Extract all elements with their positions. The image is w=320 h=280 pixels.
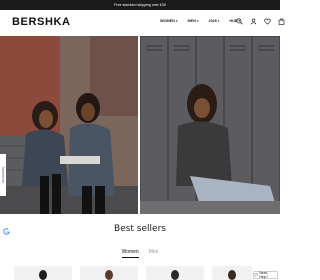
product-card[interactable] — [14, 266, 72, 280]
promo-bar: Free standard shipping over £30 — [0, 0, 280, 10]
main-nav: WOMEN ▾ MEN ▾ 2026 ▾ HUB ▾ — [160, 19, 240, 23]
shopping-bag-icon[interactable] — [278, 18, 285, 25]
accessibility-tab[interactable]: Accessibility — [0, 154, 6, 196]
product-image — [39, 270, 47, 280]
user-icon[interactable] — [250, 18, 257, 25]
hero-image-right[interactable] — [140, 36, 280, 214]
brand-logo[interactable]: BERSHKA — [12, 16, 71, 28]
chevron-down-icon: ▾ — [217, 19, 220, 23]
nav-item-2026[interactable]: 2026 ▾ — [208, 19, 219, 23]
product-carousel — [0, 266, 280, 280]
chevron-down-icon: ▾ — [175, 19, 178, 23]
product-image — [171, 270, 179, 280]
wishlist-heart-icon[interactable] — [264, 18, 271, 25]
product-image — [105, 270, 113, 280]
tab-women[interactable]: Women — [121, 249, 139, 258]
hero-image-left[interactable]: Accessibility — [0, 36, 138, 214]
site-header: BERSHKA WOMEN ▾ MEN ▾ 2026 ▾ HUB ▾ — [0, 10, 285, 36]
nav-item-women[interactable]: WOMEN ▾ — [160, 19, 178, 23]
nav-label: 2026 — [208, 19, 217, 23]
chevron-down-icon: ▾ — [196, 19, 199, 23]
hero-banner[interactable]: Accessibility — [0, 36, 280, 214]
chat-label: Need Help? — [259, 271, 269, 279]
bestseller-tabs: Women Men — [0, 249, 280, 258]
product-card[interactable] — [146, 266, 204, 280]
hero-left-photo — [0, 36, 138, 214]
tab-men[interactable]: Men — [149, 249, 159, 258]
chat-icon: 💬 — [254, 273, 259, 277]
nav-label: WOMEN — [160, 19, 175, 23]
nav-label: MEN — [187, 19, 196, 23]
accessibility-label: Accessibility — [1, 166, 5, 184]
product-image — [228, 270, 236, 280]
search-icon[interactable] — [236, 18, 243, 25]
product-card[interactable] — [80, 266, 138, 280]
help-chat-button[interactable]: 💬 Need Help? — [253, 271, 278, 279]
hero-right-photo — [140, 36, 280, 214]
product-card[interactable] — [212, 266, 252, 280]
section-title: Best sellers — [114, 224, 166, 234]
header-actions — [236, 18, 285, 25]
promo-text: Free standard shipping over £30 — [114, 3, 166, 7]
nav-item-men[interactable]: MEN ▾ — [188, 19, 199, 23]
